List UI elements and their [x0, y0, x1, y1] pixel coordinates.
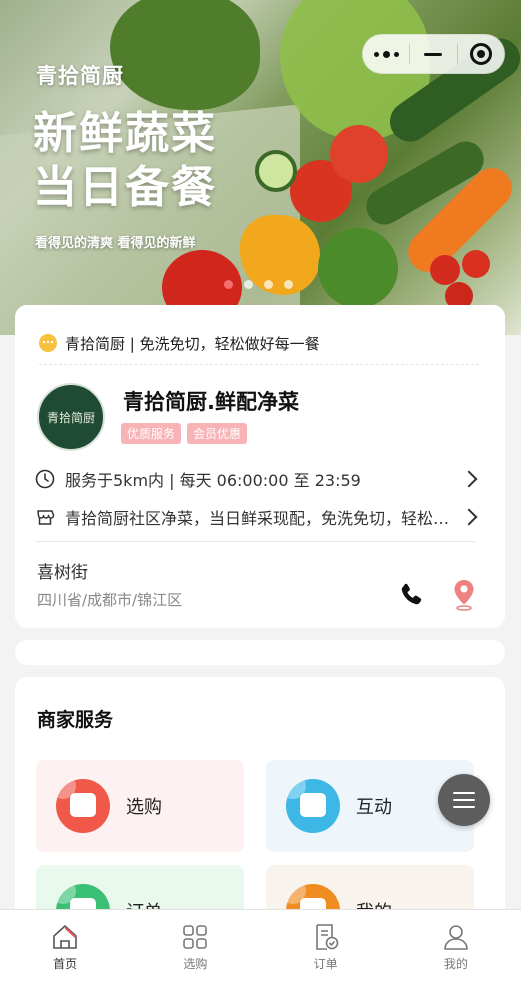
minimize-button[interactable] [410, 35, 456, 73]
carousel-dot[interactable] [224, 280, 233, 289]
banner-headline-2: 当日备餐 [33, 162, 217, 213]
tab-shop-label: 选购 [183, 957, 208, 971]
divider [35, 541, 475, 542]
cherry-tomato2-decor [462, 250, 490, 278]
tab-orders[interactable]: 订单 [261, 910, 391, 981]
tab-home[interactable]: 首页 [0, 910, 130, 981]
chevron-right-icon [460, 470, 478, 488]
store-intro-text: 青拾简厨社区净菜，当日鲜采现配，免洗免切，轻松做好每一餐 [65, 509, 463, 528]
more-button[interactable] [363, 35, 409, 73]
section-title: 商家服务 [37, 709, 114, 731]
service-shop-tile[interactable]: 选购 [36, 760, 244, 852]
bottom-tab-bar: 首页 选购 订单 我的 [0, 909, 521, 981]
cucumber-slice-decor [255, 150, 297, 192]
person-icon [444, 925, 468, 950]
tomato2-decor [330, 125, 388, 183]
shop-icon [37, 510, 55, 525]
store-card: 青拾简厨 | 免洗免切，轻松做好每一餐 青拾简厨 青拾简厨.鲜配净菜 优质服务 … [15, 305, 505, 628]
banner-subtitle: 看得见的清爽 看得见的新鲜 [35, 236, 196, 251]
tab-shop[interactable]: 选购 [130, 910, 260, 981]
shopping-bag-icon [56, 779, 110, 833]
banner-brand: 青拾简厨 [36, 64, 124, 88]
greens-decor [110, 0, 260, 110]
clock-icon [35, 469, 55, 489]
floating-menu-button[interactable] [438, 774, 490, 826]
store-logo-text: 青拾简厨 [46, 410, 95, 425]
banner-headline-1: 新鲜蔬菜 [33, 108, 217, 159]
grid-icon [183, 925, 208, 949]
menu-icon [453, 792, 475, 794]
broccoli-decor [318, 228, 398, 308]
order-doc-icon [315, 924, 338, 950]
store-street: 喜树街 [37, 563, 88, 583]
notice-bar[interactable]: 青拾简厨 | 免洗免切，轻松做好每一餐 [39, 333, 479, 365]
tab-mine-label: 我的 [443, 957, 468, 971]
miniprogram-capsule [362, 34, 505, 74]
cherry-tomato-decor [430, 255, 460, 285]
tab-mine[interactable]: 我的 [391, 910, 521, 981]
store-name: 青拾简厨.鲜配净菜 [123, 390, 299, 414]
tag-member-discount: 会员优惠 [187, 423, 248, 444]
chevron-right-icon [460, 508, 478, 526]
service-shop-label: 选购 [126, 797, 162, 818]
carousel-indicators [224, 280, 293, 289]
chat-face-icon [286, 779, 340, 833]
close-target-icon [469, 43, 492, 65]
tab-home-label: 首页 [53, 957, 78, 971]
carousel-dot[interactable] [244, 280, 253, 289]
close-button[interactable] [458, 35, 504, 73]
tab-orders-label: 订单 [313, 957, 338, 971]
more-icon [373, 50, 399, 58]
store-logo: 青拾简厨 [37, 383, 105, 451]
notice-text: 青拾简厨 | 免洗免切，轻松做好每一餐 [65, 335, 320, 353]
empty-card [15, 640, 505, 665]
carousel-dot[interactable] [284, 280, 293, 289]
tag-quality-service: 优质服务 [121, 423, 182, 444]
store-region: 四川省/成都市/锦江区 [37, 591, 183, 609]
service-hours-row[interactable]: 服务于5km内 | 每天 06:00:00 至 23:59 [35, 467, 481, 491]
minimize-icon [424, 52, 443, 56]
store-intro-row[interactable]: 青拾简厨社区净菜，当日鲜采现配，免洗免切，轻松做好每一餐 [35, 505, 481, 529]
home-icon [53, 925, 77, 949]
service-hours-text: 服务于5km内 | 每天 06:00:00 至 23:59 [65, 471, 361, 490]
service-interact-label: 互动 [356, 797, 392, 818]
location-pin-icon[interactable] [452, 579, 476, 611]
message-bubble-icon [39, 334, 57, 352]
carousel-dot[interactable] [264, 280, 273, 289]
store-tags: 优质服务 会员优惠 [121, 423, 248, 444]
phone-icon[interactable] [398, 581, 426, 609]
